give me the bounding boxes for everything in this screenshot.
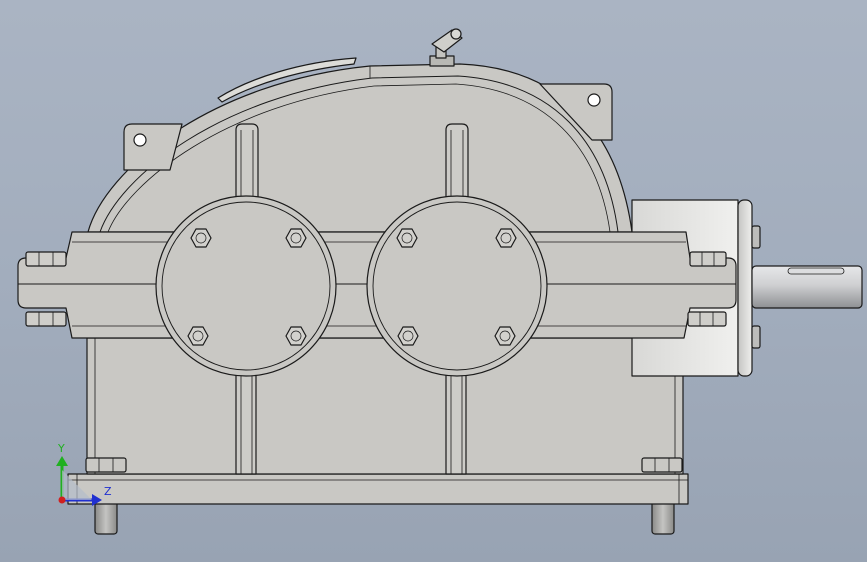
cap-bolt — [285, 228, 307, 248]
lower-rib-left — [235, 371, 257, 475]
cad-viewport[interactable]: Y Z — [0, 0, 867, 562]
cap-bolt — [190, 228, 212, 248]
base-plate — [67, 473, 689, 505]
cap-bolt — [187, 326, 209, 346]
cap-bolt — [396, 228, 418, 248]
triad-y-label: Y — [58, 442, 65, 455]
bearing-cap-left[interactable] — [155, 195, 337, 377]
cap-bolt — [495, 228, 517, 248]
base-bolt-left — [85, 457, 127, 473]
gearbox-model[interactable] — [0, 0, 867, 562]
base-bolt-right — [641, 457, 683, 473]
breather-fitting — [429, 28, 463, 67]
foot-post-right — [651, 499, 675, 535]
foot-post-left — [94, 499, 118, 535]
triad-z-label: Z — [104, 485, 112, 498]
x-axis-dot — [58, 496, 66, 504]
cap-bolt — [285, 326, 307, 346]
lower-housing — [86, 337, 684, 475]
output-shaft[interactable] — [751, 265, 863, 309]
lower-rib-right — [445, 371, 467, 475]
cap-bolt — [397, 326, 419, 346]
cap-bolt — [494, 326, 516, 346]
bearing-cap-right[interactable] — [366, 195, 548, 377]
